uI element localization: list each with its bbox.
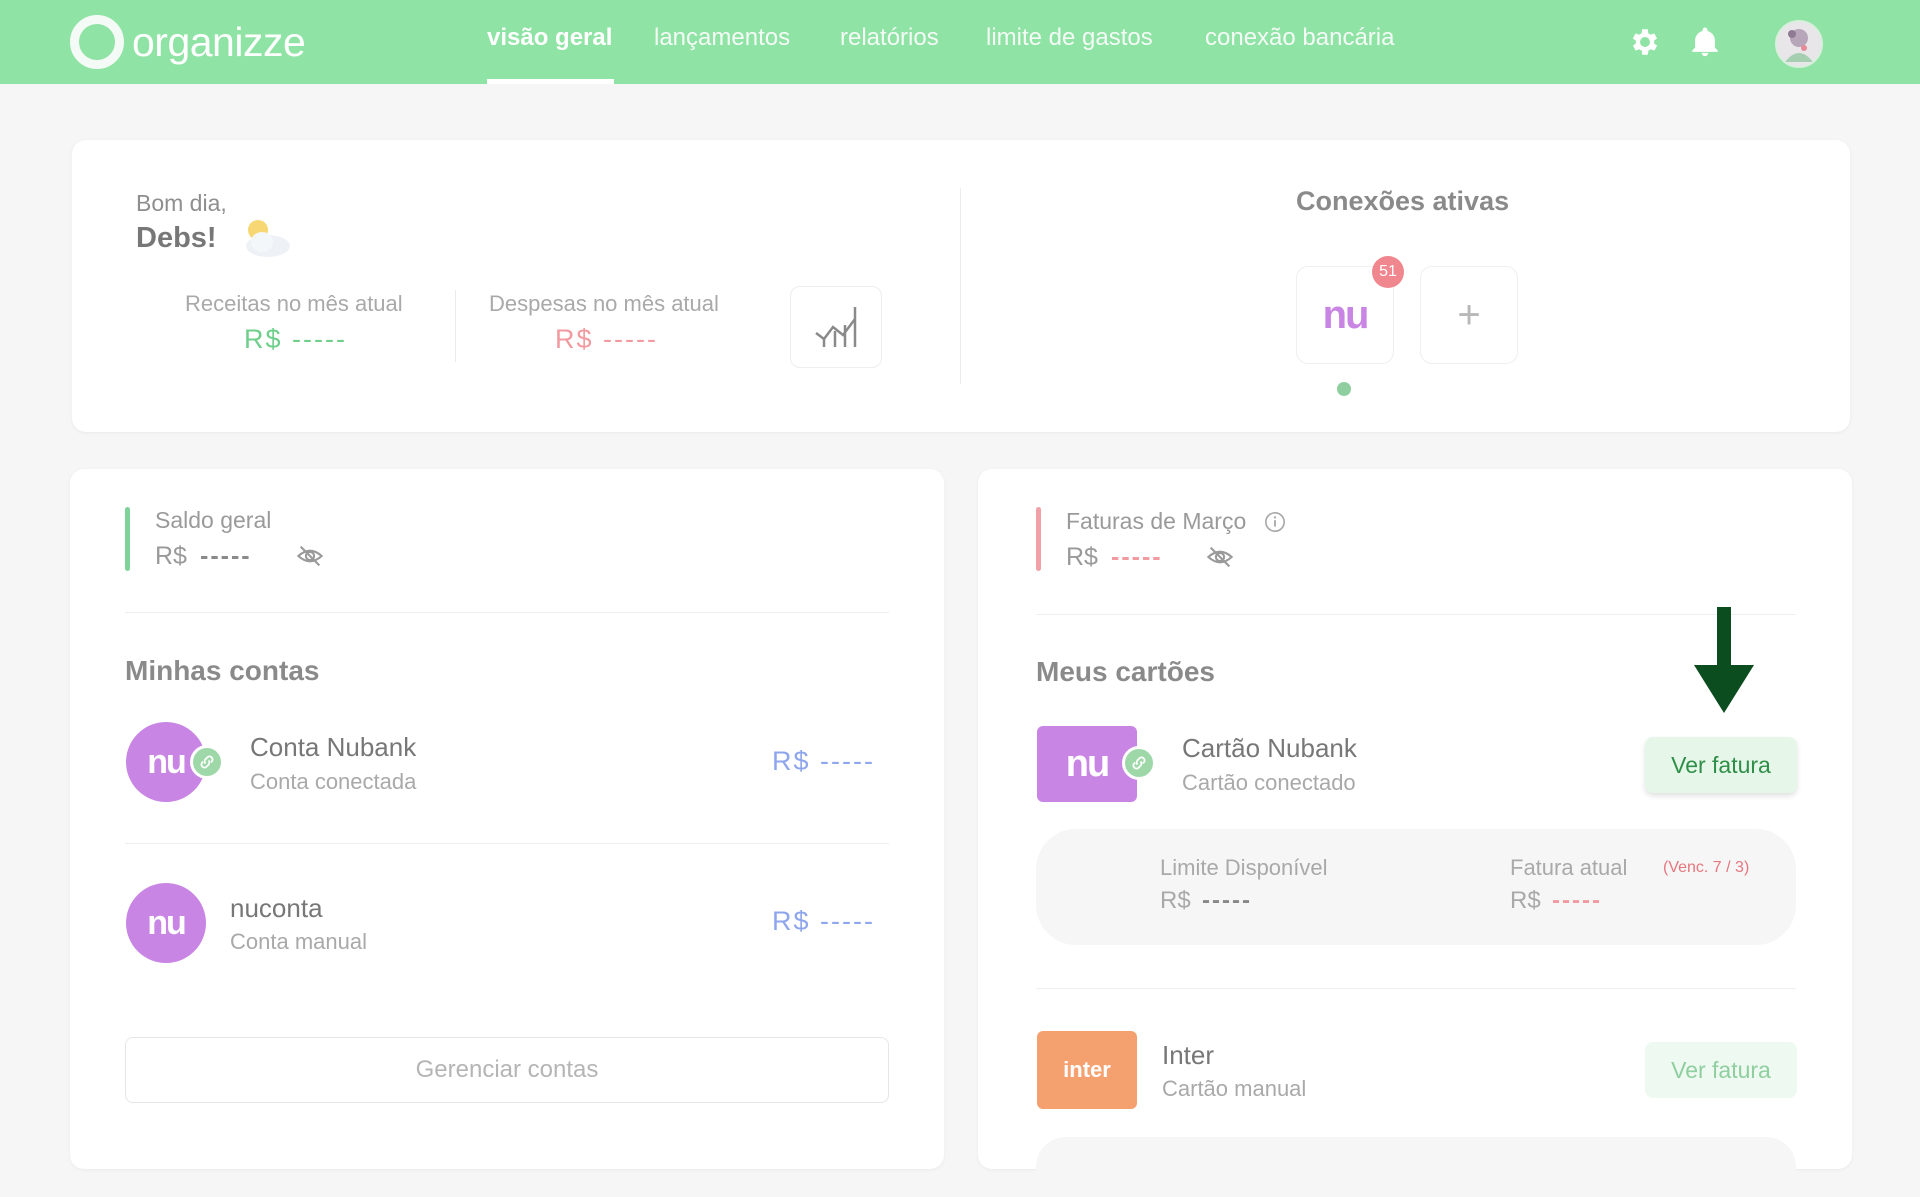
nubank-logo: nu (126, 883, 206, 963)
invoice-due-date: (Venc. 7 / 3) (1663, 859, 1750, 876)
account-name: Conta Nubank (250, 732, 417, 762)
balance-label: Saldo geral (155, 507, 272, 533)
connections-title: Conexões ativas (1296, 186, 1510, 216)
avatar-illustration (1785, 29, 1813, 62)
income-label: Receitas no mês atual (185, 291, 403, 316)
invoices-accent-bar (1036, 507, 1041, 571)
invoices-currency: R$ (1066, 543, 1098, 571)
account-subtitle: Conta manual (230, 929, 367, 954)
invoices-value: ----- (1111, 543, 1163, 571)
down-arrow-annotation (1694, 607, 1754, 713)
account-balance: R$ ----- (772, 746, 875, 776)
view-invoice-button-inter[interactable]: Ver fatura (1645, 1042, 1797, 1098)
card-subtitle: Cartão conectado (1182, 770, 1356, 795)
chart-button[interactable] (790, 286, 882, 368)
greeting-name: Debs! (136, 222, 217, 254)
nav-relatorios[interactable]: relatórios (840, 24, 939, 52)
current-invoice-label: Fatura atual (1510, 855, 1628, 880)
nav-lancamentos[interactable]: lançamentos (654, 24, 790, 52)
invoice-currency: R$ (1510, 887, 1541, 914)
bell-icon[interactable] (1688, 25, 1722, 59)
eye-hidden-icon[interactable] (294, 542, 326, 570)
card-subtitle: Cartão manual (1162, 1076, 1307, 1101)
active-tab-underline (487, 79, 614, 84)
divider (1036, 988, 1796, 989)
balance-accent-bar (125, 507, 130, 571)
limit-currency: R$ (1160, 887, 1191, 914)
manage-accounts-button[interactable]: Gerenciar contas (125, 1037, 889, 1103)
invoice-value: ----- (1552, 887, 1602, 914)
organizze-logo[interactable]: organizze (70, 15, 306, 69)
account-balance: R$ ----- (772, 906, 875, 936)
accounts-section-title: Minhas contas (125, 655, 320, 686)
card-name: Inter (1162, 1040, 1215, 1070)
divider (960, 188, 961, 384)
balance-value: ----- (200, 542, 252, 570)
summary-card: Bom dia, Debs! Receitas no mês atual R$ … (72, 140, 1850, 432)
top-navigation-bar: organizze visão geral lançamentos relató… (0, 0, 1920, 84)
link-icon (1122, 746, 1156, 780)
card-limit-panel (1036, 1137, 1796, 1197)
limit-value: ----- (1202, 887, 1252, 914)
divider (125, 843, 889, 844)
eye-hidden-icon[interactable] (1204, 543, 1236, 571)
nav-visao-geral[interactable]: visão geral (487, 24, 612, 52)
chain-icon (200, 755, 214, 769)
credit-cards-card: Faturas de Março R$ ----- Meus cartões n… (978, 469, 1852, 1197)
divider (1036, 614, 1796, 615)
connection-count-badge: 51 (1372, 256, 1404, 288)
limit-label: Limite Disponível (1160, 855, 1328, 880)
accounts-card: Saldo geral R$ ----- Minhas contas nu Co… (70, 469, 944, 1169)
carousel-dot[interactable] (1337, 382, 1351, 396)
inter-card-logo: inter (1037, 1031, 1137, 1109)
logo-ring-icon (70, 15, 124, 69)
balance-currency: R$ (155, 542, 187, 570)
user-avatar[interactable] (1775, 20, 1823, 68)
nubank-logo: nu (1322, 292, 1370, 337)
expense-value: R$ ----- (555, 324, 658, 354)
chart-icon (815, 307, 857, 347)
expense-label: Despesas no mês atual (489, 291, 719, 316)
sun-cloud-icon (246, 220, 290, 257)
greeting-hello: Bom dia, (136, 190, 227, 216)
card-name: Cartão Nubank (1182, 733, 1357, 763)
view-invoice-button-nubank[interactable]: Ver fatura (1645, 737, 1797, 793)
cards-section-title: Meus cartões (1036, 656, 1215, 687)
account-subtitle: Conta conectada (250, 769, 417, 794)
card-limit-panel: Limite Disponível R$ ----- Fatura atual … (1036, 829, 1796, 945)
info-icon[interactable] (1264, 511, 1286, 533)
link-icon (190, 745, 224, 779)
divider (455, 290, 456, 362)
add-connection-button[interactable]: + (1420, 266, 1518, 364)
chain-icon (1132, 756, 1146, 770)
divider (125, 612, 889, 613)
invoices-label: Faturas de Março (1066, 508, 1247, 534)
gear-icon[interactable] (1628, 25, 1662, 59)
logo-text: organizze (132, 18, 306, 65)
account-name: nuconta (230, 893, 323, 923)
nav-limite-de-gastos[interactable]: limite de gastos (986, 24, 1153, 52)
income-value: R$ ----- (244, 324, 347, 354)
nav-conexao-bancaria[interactable]: conexão bancária (1205, 24, 1394, 52)
